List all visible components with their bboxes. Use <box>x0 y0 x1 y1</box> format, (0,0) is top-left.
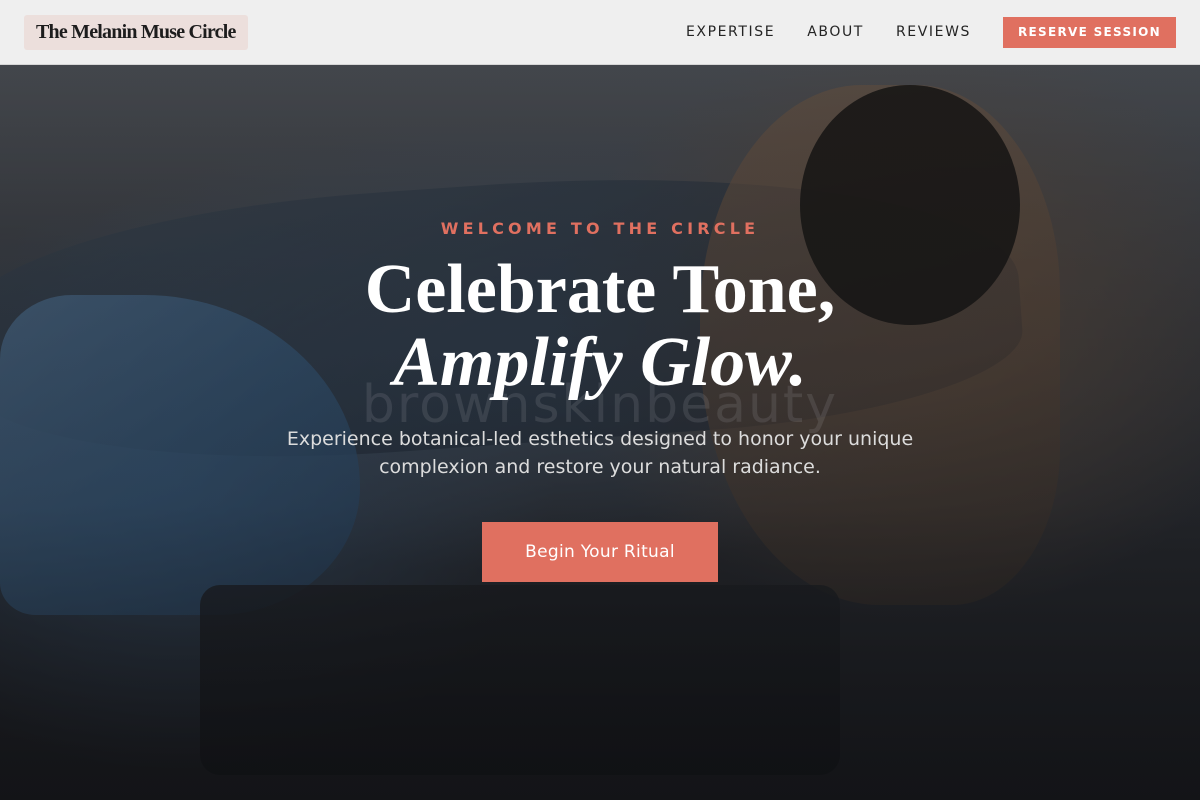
nav-menu: EXPERTISE ABOUT REVIEWS RESERVE SESSION <box>686 16 1176 48</box>
site-logo[interactable]: The Melanin Muse Circle <box>24 14 248 50</box>
hero-headline-line1: Celebrate Tone, <box>364 251 836 328</box>
begin-ritual-button[interactable]: Begin Your Ritual <box>482 522 718 582</box>
hero-eyebrow: WELCOME TO THE CIRCLE <box>440 219 760 238</box>
nav-link-about[interactable]: ABOUT <box>807 24 864 40</box>
top-nav: The Melanin Muse Circle EXPERTISE ABOUT … <box>0 0 1200 65</box>
hero-headline-line2: Amplify Glow. <box>393 324 807 401</box>
hero-subtext: Experience botanical-led esthetics desig… <box>286 428 914 478</box>
hero-section: brownskinbeauty WELCOME TO THE CIRCLE Ce… <box>0 65 1200 800</box>
nav-link-expertise[interactable]: EXPERTISE <box>686 24 775 40</box>
reserve-session-button[interactable]: RESERVE SESSION <box>1003 16 1176 48</box>
nav-link-reviews[interactable]: REVIEWS <box>896 24 971 40</box>
hero-headline: Celebrate Tone, Amplify Glow. <box>0 253 1200 399</box>
